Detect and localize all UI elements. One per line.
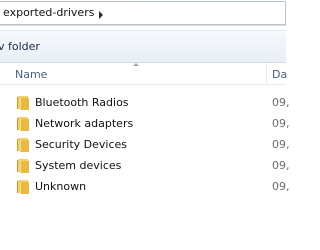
item-date: 09, bbox=[272, 96, 290, 109]
list-item[interactable]: Security Devices 09, bbox=[0, 135, 290, 156]
item-date: 09, bbox=[272, 180, 290, 193]
folder-icon bbox=[17, 159, 29, 173]
item-name: System devices bbox=[35, 159, 122, 172]
list-item[interactable]: Network adapters 09, bbox=[0, 114, 290, 135]
toolbar: v folder bbox=[0, 30, 286, 63]
breadcrumb-folder[interactable]: exported-drivers bbox=[3, 6, 94, 20]
list-item[interactable]: Unknown 09, bbox=[0, 177, 290, 198]
folder-icon bbox=[17, 96, 29, 110]
file-rows: Bluetooth Radios 09, Network adapters 09… bbox=[0, 93, 290, 198]
column-header-date[interactable]: Da bbox=[272, 68, 287, 81]
item-date: 09, bbox=[272, 117, 290, 130]
item-name: Network adapters bbox=[35, 117, 134, 130]
folder-icon bbox=[17, 138, 29, 152]
item-date: 09, bbox=[272, 138, 290, 151]
breadcrumb-arrow-icon[interactable] bbox=[99, 11, 103, 19]
item-date: 09, bbox=[272, 159, 290, 172]
item-name: Bluetooth Radios bbox=[35, 96, 129, 109]
folder-icon bbox=[17, 180, 29, 194]
column-header-name[interactable]: Name bbox=[15, 68, 47, 81]
list-item[interactable]: System devices 09, bbox=[0, 156, 290, 177]
breadcrumb[interactable]: exported-drivers bbox=[0, 1, 286, 25]
column-header: Name Da bbox=[0, 63, 287, 85]
file-list: Name Da Bluetooth Radios 09, Network ada… bbox=[0, 63, 290, 250]
column-separator[interactable] bbox=[266, 63, 267, 85]
new-folder-button[interactable]: v folder bbox=[0, 40, 40, 54]
address-bar[interactable]: exported-drivers bbox=[0, 0, 286, 26]
folder-icon bbox=[17, 117, 29, 131]
sort-ascending-icon bbox=[133, 63, 139, 66]
item-name: Unknown bbox=[35, 180, 87, 193]
list-item[interactable]: Bluetooth Radios 09, bbox=[0, 93, 290, 114]
item-name: Security Devices bbox=[35, 138, 128, 151]
